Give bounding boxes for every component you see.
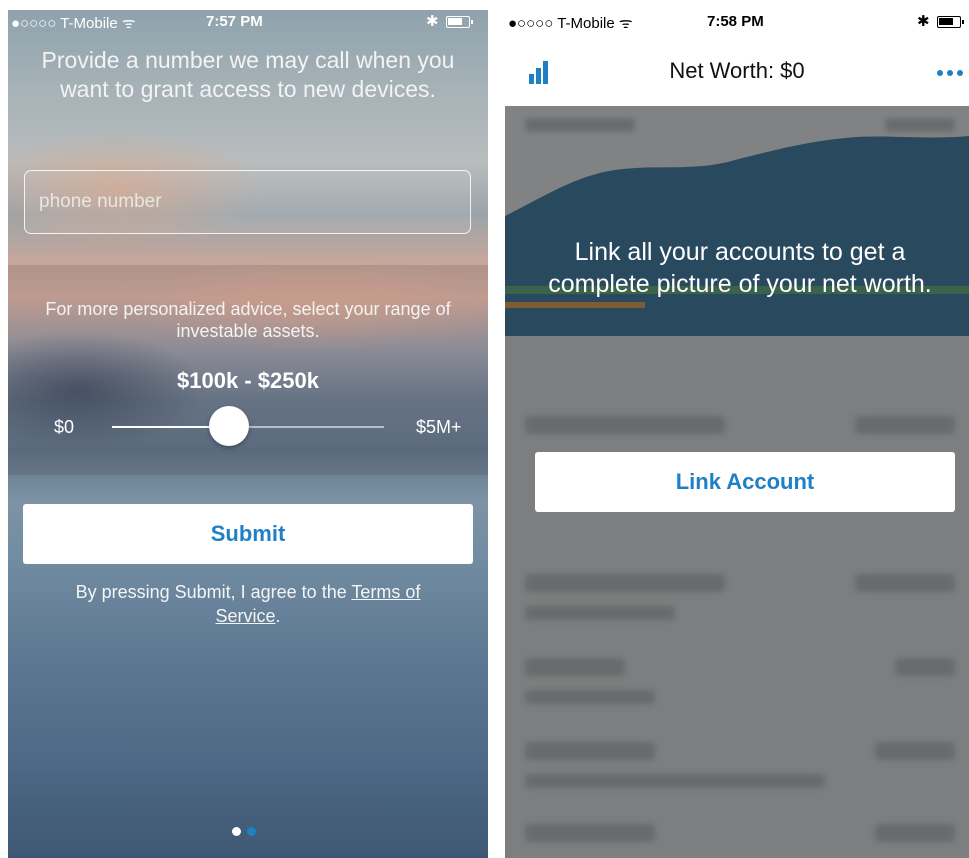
phone-prompt: Provide a number we may call when you wa… <box>41 47 455 102</box>
clock: 7:58 PM <box>707 13 764 30</box>
carrier-signal: ●○○○○ T-Mobile ᯤ <box>508 15 633 32</box>
slider-min-label: $0 <box>54 417 75 437</box>
terms-text: By pressing Submit, I agree to the Terms… <box>48 580 448 628</box>
assets-advice-text: For more personalized advice, select you… <box>45 299 451 341</box>
battery-icon <box>937 16 964 28</box>
slider-thumb[interactable] <box>208 406 249 446</box>
nav-bar: Net Worth: $0 <box>505 34 969 106</box>
clock: 7:57 PM <box>206 13 263 30</box>
onboarding-screen: ●○○○○ T-Mobile ᯤ 7:57 PM ✱ Provide a num… <box>8 10 488 858</box>
assets-slider[interactable] <box>112 406 384 446</box>
page-dot[interactable] <box>232 827 241 836</box>
link-accounts-message: Link all your accounts to get a complete… <box>548 238 932 298</box>
page-indicator[interactable] <box>232 823 262 841</box>
status-bar: ●○○○○ T-Mobile ᯤ 7:58 PM ✱ <box>505 10 969 34</box>
carrier-signal: ●○○○○ T-Mobile ᯤ <box>11 15 136 32</box>
terms-prefix: By pressing Submit, I agree to the <box>75 582 352 602</box>
bluetooth-icon: ✱ <box>917 13 930 30</box>
page-title: Net Worth: $0 <box>669 58 805 83</box>
status-bar: ●○○○○ T-Mobile ᯤ 7:57 PM ✱ <box>8 10 488 34</box>
submit-button[interactable]: Submit <box>23 504 473 564</box>
phone-number-input[interactable] <box>24 170 471 234</box>
link-account-button[interactable]: Link Account <box>535 452 955 512</box>
net-worth-screen: ●○○○○ T-Mobile ᯤ 7:58 PM ✱ Net Worth: $0 <box>505 10 969 858</box>
bluetooth-icon: ✱ <box>426 13 439 30</box>
selected-range: $100k - $250k <box>177 368 319 393</box>
slider-max-label: $5M+ <box>416 417 462 437</box>
accounts-content: Link all your accounts to get a complete… <box>505 106 969 858</box>
battery-icon <box>446 16 473 28</box>
terms-suffix: . <box>275 606 281 626</box>
more-icon[interactable] <box>933 70 963 76</box>
page-dot[interactable] <box>247 827 256 836</box>
